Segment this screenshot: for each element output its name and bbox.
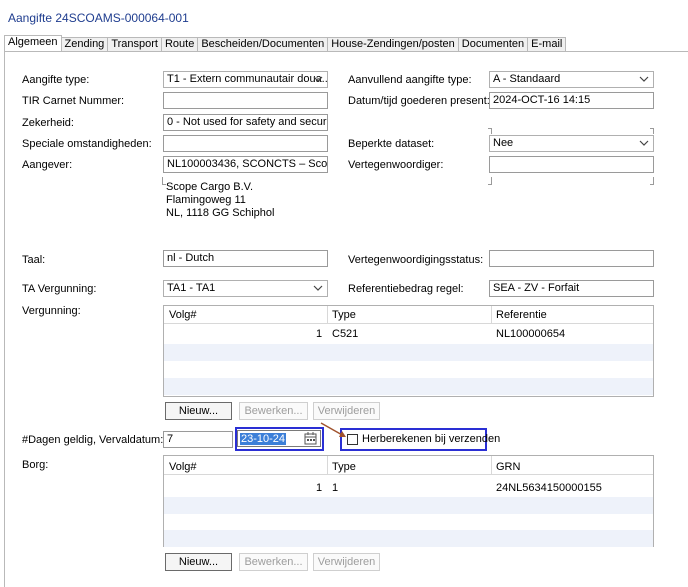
column-header-type[interactable]: Type bbox=[332, 309, 356, 321]
column-header-volg[interactable]: Volg# bbox=[169, 309, 197, 321]
datum-label: Datum/tijd goederen present: bbox=[348, 95, 490, 107]
tab-bescheiden[interactable]: Bescheiden/Documenten bbox=[198, 37, 329, 52]
aangifte-type-select[interactable]: T1 - Extern communautair doua... bbox=[163, 71, 328, 88]
vervaldatum-value: 23-10-24 bbox=[240, 433, 287, 445]
vstatus-input[interactable] bbox=[489, 250, 654, 267]
tab-algemeen[interactable]: Algemeen bbox=[4, 35, 62, 52]
tir-input[interactable] bbox=[163, 92, 328, 109]
corner-mark bbox=[650, 128, 654, 134]
column-header-referentie[interactable]: Referentie bbox=[496, 309, 547, 321]
empty-row bbox=[164, 497, 653, 514]
grid-header: Volg# Type Referentie bbox=[164, 306, 653, 324]
address-text: Scope Cargo B.V. Flamingoweg 11 NL, 1118… bbox=[166, 181, 274, 220]
column-separator bbox=[491, 306, 492, 324]
cell-volg: 1 bbox=[316, 482, 323, 494]
address-line: Scope Cargo B.V. bbox=[166, 181, 254, 193]
empty-row bbox=[164, 530, 653, 547]
chevron-down-icon bbox=[313, 74, 323, 84]
borg-label: Borg: bbox=[22, 459, 49, 471]
tab-bar: Algemeen Zending Transport Route Beschei… bbox=[4, 35, 567, 52]
column-header-volg[interactable]: Volg# bbox=[169, 461, 197, 473]
dagen-label: #Dagen geldig, Vervaldatum: bbox=[22, 434, 164, 446]
zekerheid-label: Zekerheid: bbox=[22, 117, 74, 129]
calendar-icon[interactable] bbox=[304, 432, 317, 448]
column-separator bbox=[327, 456, 328, 475]
chevron-down-icon bbox=[639, 74, 649, 84]
corner-mark bbox=[650, 177, 654, 185]
cell-type: 1 bbox=[332, 482, 339, 494]
column-header-type[interactable]: Type bbox=[332, 461, 356, 473]
speciale-label: Speciale omstandigheden: bbox=[22, 138, 152, 150]
aangever-label: Aangever: bbox=[22, 159, 73, 171]
address-line: Flamingoweg 11 bbox=[166, 194, 246, 206]
referentie-regel-input[interactable]: SEA - ZV - Forfait bbox=[489, 280, 654, 297]
ta-vergunning-value: TA1 - TA1 bbox=[167, 282, 216, 294]
cell-grn: 24NL5634150000155 bbox=[496, 482, 602, 494]
table-row[interactable]: 1 1 24NL5634150000155 bbox=[164, 480, 653, 497]
datum-input[interactable]: 2024-OCT-16 14:15 bbox=[489, 92, 654, 109]
borg-edit-button[interactable]: Bewerken... bbox=[239, 553, 308, 571]
taal-input[interactable]: nl - Dutch bbox=[163, 250, 328, 267]
aanvullend-type-value: A - Standaard bbox=[493, 73, 561, 85]
vergunning-grid[interactable]: Volg# Type Referentie 1 C521 NL100000654 bbox=[163, 305, 654, 397]
taal-label: Taal: bbox=[22, 254, 46, 266]
column-separator bbox=[327, 306, 328, 324]
tab-zending[interactable]: Zending bbox=[61, 37, 109, 52]
cell-referentie: NL100000654 bbox=[496, 328, 566, 340]
borg-grid[interactable]: Volg# Type GRN 1 1 24NL5634150000155 bbox=[163, 455, 654, 547]
column-separator bbox=[491, 456, 492, 475]
borg-delete-button[interactable]: Verwijderen bbox=[313, 553, 380, 571]
ta-vergunning-label: TA Vergunning: bbox=[22, 283, 97, 295]
ta-vergunning-select[interactable]: TA1 - TA1 bbox=[163, 280, 328, 297]
tab-route[interactable]: Route bbox=[161, 37, 199, 52]
cell-volg: 1 bbox=[316, 328, 323, 340]
vergunning-label: Vergunning: bbox=[22, 305, 81, 317]
vergunning-delete-button[interactable]: Verwijderen bbox=[313, 402, 380, 420]
vstatus-label: Vertegenwoordigingsstatus: bbox=[348, 254, 484, 266]
grid-header: Volg# Type GRN bbox=[164, 456, 653, 475]
aangifte-type-value: T1 - Extern communautair doua... bbox=[167, 73, 328, 85]
tir-label: TIR Carnet Nummer: bbox=[22, 95, 125, 107]
tab-email[interactable]: E-mail bbox=[528, 37, 567, 52]
cell-type: C521 bbox=[332, 328, 359, 340]
chevron-down-icon bbox=[313, 283, 323, 293]
corner-mark bbox=[488, 128, 492, 134]
table-row[interactable]: 1 C521 NL100000654 bbox=[164, 326, 653, 343]
referentie-regel-label: Referentiebedrag regel: bbox=[348, 283, 464, 295]
aanvullend-type-label: Aanvullend aangifte type: bbox=[348, 74, 472, 86]
empty-row bbox=[164, 378, 653, 395]
herberekenen-label: Herberekenen bij verzenden bbox=[362, 433, 501, 445]
tab-transport[interactable]: Transport bbox=[108, 37, 162, 52]
window-title: Aangifte 24SCOAMS-000064-001 bbox=[8, 11, 189, 25]
column-header-grn[interactable]: GRN bbox=[496, 461, 520, 473]
arrow-annotation bbox=[320, 422, 346, 437]
vergunning-new-button[interactable]: Nieuw... bbox=[165, 402, 232, 420]
corner-mark bbox=[488, 177, 492, 185]
dagen-input[interactable]: 7 bbox=[163, 431, 233, 448]
aangifte-type-label: Aangifte type: bbox=[22, 74, 90, 86]
vervaldatum-input[interactable]: 23-10-24 bbox=[237, 430, 321, 447]
aanvullend-type-select[interactable]: A - Standaard bbox=[489, 71, 654, 88]
borg-new-button[interactable]: Nieuw... bbox=[165, 553, 232, 571]
tab-documenten[interactable]: Documenten bbox=[458, 37, 529, 52]
tab-house-zendingen[interactable]: House-Zendingen/posten bbox=[328, 37, 459, 52]
vergunning-edit-button[interactable]: Bewerken... bbox=[239, 402, 308, 420]
address-line: NL, 1118 GG Schiphol bbox=[166, 207, 275, 219]
empty-row bbox=[164, 344, 653, 361]
